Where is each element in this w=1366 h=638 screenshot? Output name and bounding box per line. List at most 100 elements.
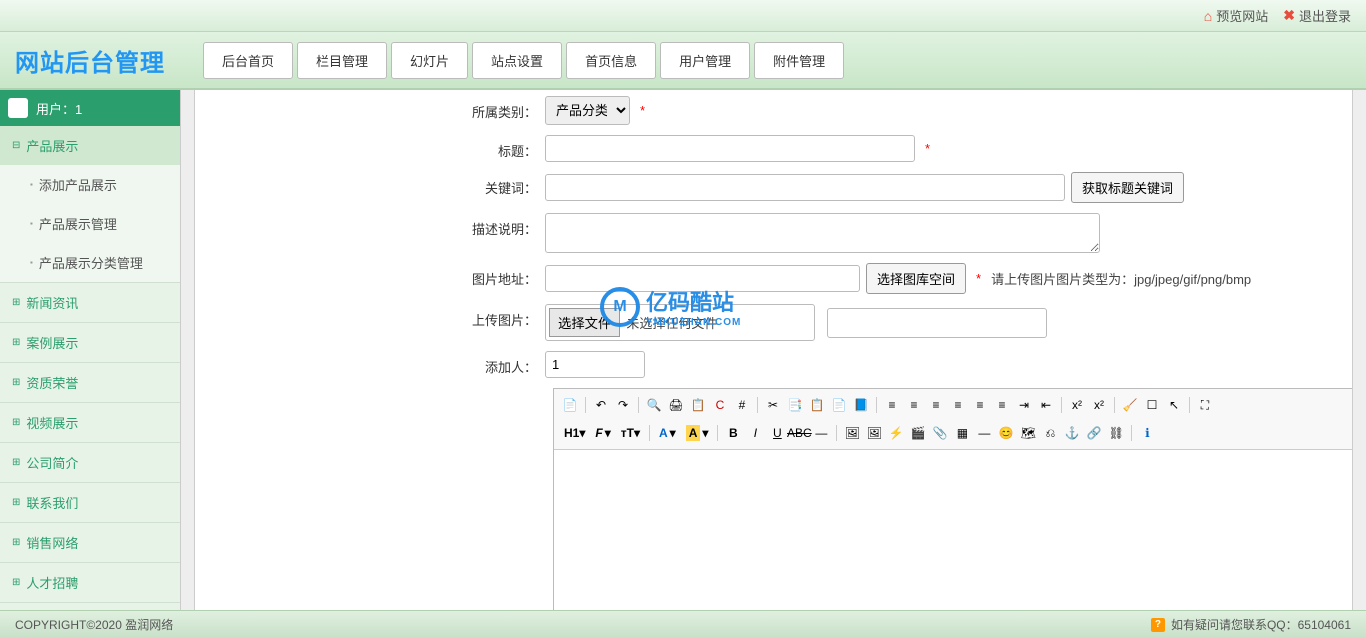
sidebar-item-cases[interactable]: ⊞案例展示 (0, 323, 180, 362)
image-icon[interactable]: 🖼 (842, 423, 862, 443)
outdent-icon[interactable]: ⇤ (1036, 395, 1056, 415)
author-input[interactable] (545, 351, 645, 378)
print-icon[interactable]: 🖨 (666, 395, 686, 415)
file-icon[interactable]: 📎 (930, 423, 950, 443)
multi-image-icon[interactable]: 🖼 (864, 423, 884, 443)
site-logo: 网站后台管理 (0, 43, 195, 78)
indent-icon[interactable]: ⇥ (1014, 395, 1034, 415)
submenu-product-category[interactable]: 产品展示分类管理 (0, 243, 180, 282)
paste-icon[interactable]: 📋 (807, 395, 827, 415)
upload-extra-box[interactable] (827, 308, 1047, 338)
heading-dropdown[interactable]: H1▾ (560, 426, 589, 440)
table-icon[interactable]: ▦ (952, 423, 972, 443)
plus-box-icon: ⊞ (12, 417, 20, 428)
pagebreak-icon[interactable]: ⎌ (1040, 423, 1060, 443)
category-select[interactable]: 产品分类三 (545, 96, 630, 125)
superscript-icon[interactable]: x² (1089, 395, 1109, 415)
align-left-icon[interactable]: ≡ (882, 395, 902, 415)
nav-users[interactable]: 用户管理 (660, 42, 750, 79)
desc-label: 描述说明： (205, 213, 545, 238)
sidebar-scrollbar[interactable] (180, 90, 194, 610)
title-input[interactable] (545, 135, 915, 162)
hash-icon[interactable]: # (732, 395, 752, 415)
editor-body[interactable] (554, 450, 1352, 610)
paste-text-icon[interactable]: 📄 (829, 395, 849, 415)
required-mark: * (976, 271, 981, 286)
map-icon[interactable]: 🗺 (1018, 423, 1038, 443)
sidebar-item-recruit[interactable]: ⊞人才招聘 (0, 563, 180, 602)
bg-color-dropdown[interactable]: A▾ (682, 425, 713, 441)
preview-site-link[interactable]: ⌂ 预览网站 (1204, 6, 1268, 25)
submenu-manage-product[interactable]: 产品展示管理 (0, 204, 180, 243)
close-icon: ✖ (1283, 7, 1295, 24)
editor-toolbar: 📄 ↶ ↷ 🔍 🖨 📋 C # ✂ 📑 📋 � (554, 389, 1352, 450)
bold-icon[interactable]: B (723, 423, 743, 443)
font-family-dropdown[interactable]: F▾ (591, 426, 614, 440)
nav-slides[interactable]: 幻灯片 (391, 42, 468, 79)
code-icon[interactable]: C (710, 395, 730, 415)
about-icon[interactable]: ℹ (1137, 423, 1157, 443)
sidebar-item-sales[interactable]: ⊞销售网络 (0, 523, 180, 562)
undo-icon[interactable]: ↶ (591, 395, 611, 415)
avatar-icon (8, 98, 28, 118)
sidebar-item-news[interactable]: ⊞新闻资讯 (0, 283, 180, 322)
align-right-icon[interactable]: ≡ (926, 395, 946, 415)
clear-format-icon[interactable]: 🧹 (1120, 395, 1140, 415)
nav-homepage-info[interactable]: 首页信息 (566, 42, 656, 79)
sidebar-item-contact[interactable]: ⊞联系我们 (0, 483, 180, 522)
underline-icon[interactable]: U (767, 423, 787, 443)
keyword-input[interactable] (545, 174, 1065, 201)
paste-word-icon[interactable]: 📘 (851, 395, 871, 415)
flash-icon[interactable]: ⚡ (886, 423, 906, 443)
align-center-icon[interactable]: ≡ (904, 395, 924, 415)
choose-file-button[interactable]: 选择文件 (549, 308, 620, 337)
remove-format-icon[interactable]: — (811, 423, 831, 443)
link-icon[interactable]: 🔗 (1084, 423, 1104, 443)
nav-home[interactable]: 后台首页 (203, 42, 293, 79)
cursor-icon[interactable]: ↖ (1164, 395, 1184, 415)
strike-icon[interactable]: ABC (789, 423, 809, 443)
plus-box-icon: ⊞ (12, 457, 20, 468)
content-scrollbar[interactable] (1352, 90, 1366, 610)
hr-icon[interactable]: — (974, 423, 994, 443)
template-icon[interactable]: 📋 (688, 395, 708, 415)
preview-icon[interactable]: 🔍 (644, 395, 664, 415)
select-all-icon[interactable]: ☐ (1142, 395, 1162, 415)
required-mark: * (925, 141, 930, 156)
fullscreen-icon[interactable]: ⛶ (1195, 395, 1215, 415)
cut-icon[interactable]: ✂ (763, 395, 783, 415)
italic-icon[interactable]: I (745, 423, 765, 443)
copyright-text: COPYRIGHT©2020 盈润网络 (15, 616, 173, 633)
copy-icon[interactable]: 📑 (785, 395, 805, 415)
media-icon[interactable]: 🎬 (908, 423, 928, 443)
emoji-icon[interactable]: 😊 (996, 423, 1016, 443)
select-gallery-button[interactable]: 选择图库空间 (866, 263, 966, 294)
redo-icon[interactable]: ↷ (613, 395, 633, 415)
nav-attachments[interactable]: 附件管理 (754, 42, 844, 79)
footer: COPYRIGHT©2020 盈润网络 ? 如有疑问请您联系QQ：6510406… (0, 610, 1366, 638)
subscript-icon[interactable]: x² (1067, 395, 1087, 415)
file-input-wrap[interactable]: 选择文件 未选择任何文件 (545, 304, 815, 341)
text-color-dropdown[interactable]: A▾ (655, 426, 680, 440)
list-unordered-icon[interactable]: ≡ (992, 395, 1012, 415)
source-icon[interactable]: 📄 (560, 395, 580, 415)
get-keywords-button[interactable]: 获取标题关键词 (1071, 172, 1184, 203)
category-label: 所属类别： (205, 96, 545, 121)
plus-box-icon: ⊞ (12, 577, 20, 588)
desc-textarea[interactable] (545, 213, 1100, 253)
sidebar-item-video[interactable]: ⊞视频展示 (0, 403, 180, 442)
anchor-icon[interactable]: ⚓ (1062, 423, 1082, 443)
sidebar-item-company[interactable]: ⊞公司简介 (0, 443, 180, 482)
submenu-add-product[interactable]: 添加产品展示 (0, 165, 180, 204)
logout-link[interactable]: ✖ 退出登录 (1283, 6, 1351, 25)
sidebar-item-honor[interactable]: ⊞资质荣誉 (0, 363, 180, 402)
image-path-input[interactable] (545, 265, 860, 292)
align-justify-icon[interactable]: ≡ (948, 395, 968, 415)
nav-site-settings[interactable]: 站点设置 (472, 42, 562, 79)
plus-box-icon: ⊞ (12, 297, 20, 308)
nav-columns[interactable]: 栏目管理 (297, 42, 387, 79)
font-size-dropdown[interactable]: ᴛT▾ (617, 426, 644, 440)
unlink-icon[interactable]: ⛓ (1106, 423, 1126, 443)
list-ordered-icon[interactable]: ≡ (970, 395, 990, 415)
sidebar-item-product-display[interactable]: ⊟ 产品展示 (0, 126, 180, 165)
